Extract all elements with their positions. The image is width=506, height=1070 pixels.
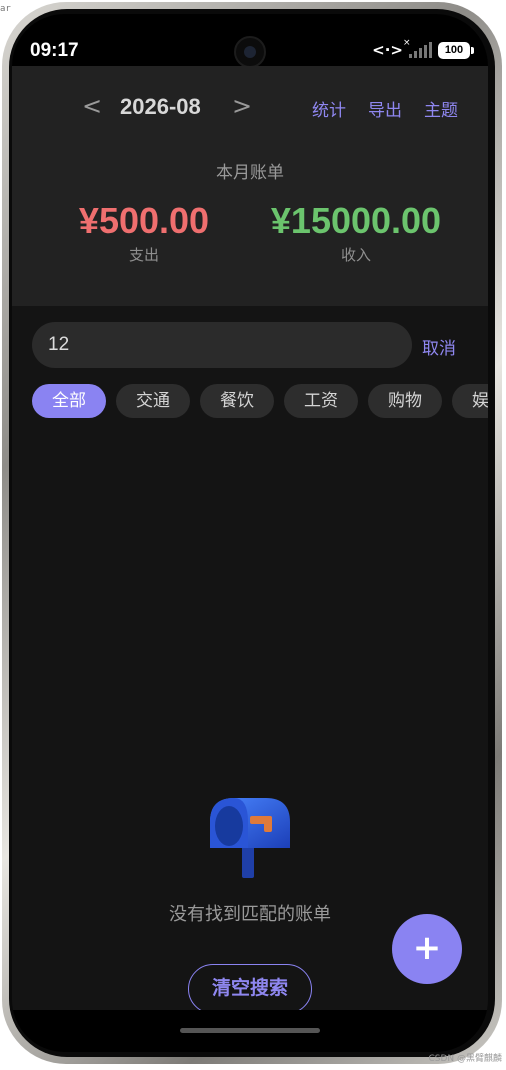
expense-amount: ¥500.00: [78, 200, 210, 241]
search-input[interactable]: [48, 322, 398, 368]
category-chip-all[interactable]: 全部: [32, 384, 106, 418]
signal-icon: ×: [403, 38, 432, 58]
add-bill-button[interactable]: +: [392, 914, 462, 984]
corner-text: ar: [0, 4, 11, 14]
front-camera: [234, 36, 266, 68]
clear-search-button[interactable]: 清空搜索: [188, 964, 312, 1014]
cancel-search-button[interactable]: 取消: [422, 334, 456, 359]
category-chip-salary[interactable]: 工资: [284, 384, 358, 418]
battery-icon: 100: [438, 41, 474, 59]
category-chip-dining[interactable]: 餐饮: [200, 384, 274, 418]
header-actions: 统计 导出 主题: [312, 96, 458, 121]
category-chip-entertainment[interactable]: 娱: [452, 384, 488, 418]
status-bar: 09:17 <·> × 100: [12, 14, 488, 68]
mailbox-icon: [210, 798, 290, 878]
next-month-button[interactable]: >: [232, 92, 252, 120]
status-icons: <·> × 100: [372, 38, 474, 59]
month-header: < 2026-08 > 统计 导出 主题 本月账单 ¥500.00 支出 ¥15…: [12, 66, 488, 306]
no-signal-icon: ×: [403, 38, 411, 48]
expense-label: 支出: [128, 246, 159, 264]
home-indicator[interactable]: [180, 1028, 320, 1033]
income-amount: ¥15000.00: [270, 200, 442, 241]
month-title[interactable]: 2026-08: [120, 94, 201, 120]
watermark: CSDN @黑臂麒麟: [428, 1054, 502, 1064]
export-link[interactable]: 导出: [368, 96, 402, 121]
theme-link[interactable]: 主题: [424, 96, 458, 121]
category-filter: 全部 交通 餐饮 工资 购物 娱: [32, 384, 488, 418]
search-box: [32, 322, 412, 368]
code-icon: <·>: [372, 41, 403, 59]
summary-title: 本月账单: [216, 163, 284, 183]
category-chip-shopping[interactable]: 购物: [368, 384, 442, 418]
app-screen: 09:17 <·> × 100 < 2026-08 > 统计 导出 主题 本月账…: [12, 14, 488, 1052]
stats-link[interactable]: 统计: [312, 96, 346, 121]
status-time: 09:17: [30, 40, 79, 61]
prev-month-button[interactable]: <: [82, 92, 102, 120]
income-label: 收入: [340, 246, 371, 264]
category-chip-transport[interactable]: 交通: [116, 384, 190, 418]
navigation-bar: [12, 1010, 488, 1052]
